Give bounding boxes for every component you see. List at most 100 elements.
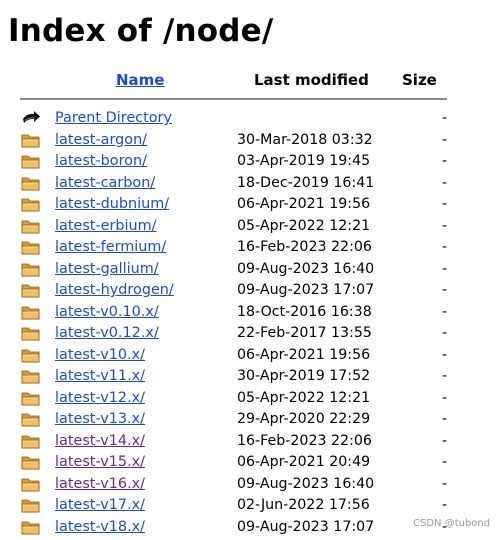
folder-icon <box>21 390 41 406</box>
folder-icon <box>21 196 41 212</box>
last-modified-date: 30-Mar-2018 03:32 <box>237 131 373 148</box>
directory-link[interactable]: latest-argon/ <box>55 130 147 150</box>
file-size: - <box>442 131 448 148</box>
file-size: - <box>442 368 448 384</box>
last-modified-date: 16-Feb-2023 22:06 <box>237 432 372 449</box>
folder-icon <box>21 476 41 492</box>
file-size: - <box>442 239 448 255</box>
list-item: latest-v0.10.x/18-Oct-2016 16:38 - <box>0 301 502 323</box>
list-item: latest-v10.x/06-Apr-2021 19:56 - <box>0 344 502 366</box>
list-item: latest-argon/30-Mar-2018 03:32 - <box>0 129 502 151</box>
back-arrow-icon <box>21 110 41 126</box>
folder-icon <box>21 132 41 148</box>
directory-link[interactable]: latest-v0.10.x/ <box>55 302 159 322</box>
file-size: - <box>442 217 448 234</box>
file-size: - <box>442 475 448 492</box>
list-item: latest-dubnium/06-Apr-2021 19:56 - <box>0 193 502 215</box>
folder-icon <box>21 519 41 535</box>
folder-icon <box>21 261 41 277</box>
directory-link[interactable]: latest-boron/ <box>55 151 147 171</box>
folder-icon <box>21 218 41 234</box>
file-size: - <box>442 174 448 191</box>
column-header-name[interactable]: Name <box>116 70 164 90</box>
list-item: latest-v17.x/02-Jun-2022 17:56 - <box>0 494 502 516</box>
last-modified-date: 03-Apr-2019 19:45 <box>237 153 371 169</box>
parent-directory-size: - <box>442 110 448 126</box>
list-item: latest-v15.x/06-Apr-2021 20:49 - <box>0 451 502 473</box>
last-modified-date: 06-Apr-2021 19:56 <box>237 196 371 212</box>
directory-link[interactable]: latest-v17.x/ <box>55 495 145 515</box>
watermark: CSDN @tubond <box>413 518 491 529</box>
directory-link[interactable]: latest-gallium/ <box>55 259 159 279</box>
directory-link[interactable]: latest-v18.x/ <box>55 517 145 537</box>
folder-icon <box>21 282 41 298</box>
folder-icon <box>21 304 41 320</box>
list-item: latest-gallium/09-Aug-2023 16:40 - <box>0 258 502 280</box>
list-item: latest-v11.x/30-Apr-2019 17:52 - <box>0 365 502 387</box>
directory-link[interactable]: latest-hydrogen/ <box>55 280 174 300</box>
folder-icon <box>21 325 41 341</box>
file-size: - <box>442 260 448 277</box>
directory-link[interactable]: latest-fermium/ <box>55 237 166 257</box>
folder-icon <box>21 454 41 470</box>
folder-icon <box>21 433 41 449</box>
directory-link[interactable]: latest-erbium/ <box>55 216 157 236</box>
file-size: - <box>442 325 448 341</box>
folder-icon <box>21 497 41 513</box>
last-modified-date: 06-Apr-2021 19:56 <box>237 346 371 363</box>
directory-link[interactable]: latest-v0.12.x/ <box>55 323 159 343</box>
folder-icon <box>21 153 41 169</box>
file-size: - <box>442 454 448 470</box>
file-size: - <box>442 389 448 406</box>
last-modified-date: 05-Apr-2022 12:21 <box>237 217 371 234</box>
list-item: latest-v16.x/09-Aug-2023 16:40 - <box>0 473 502 495</box>
last-modified-date: 18-Dec-2019 16:41 <box>237 174 375 191</box>
last-modified-date: 16-Feb-2023 22:06 <box>237 239 372 255</box>
last-modified-date: 06-Apr-2021 20:49 <box>237 454 371 470</box>
directory-link[interactable]: latest-dubnium/ <box>55 194 169 214</box>
column-header-size: Size <box>402 71 437 89</box>
last-modified-date: 29-Apr-2020 22:29 <box>237 411 371 427</box>
last-modified-date: 02-Jun-2022 17:56 <box>237 497 370 513</box>
last-modified-date: 30-Apr-2019 17:52 <box>237 368 371 384</box>
directory-link[interactable]: latest-v16.x/ <box>55 474 145 494</box>
list-item: latest-fermium/16-Feb-2023 22:06 - <box>0 236 502 258</box>
file-size: - <box>442 432 448 449</box>
last-modified-date: 05-Apr-2022 12:21 <box>237 389 371 406</box>
list-item: latest-v13.x/29-Apr-2020 22:29 - <box>0 408 502 430</box>
file-size: - <box>442 196 448 212</box>
folder-icon <box>21 368 41 384</box>
directory-link[interactable]: latest-v14.x/ <box>55 431 145 451</box>
directory-link[interactable]: latest-v12.x/ <box>55 388 145 408</box>
page-title: Index of /node/ <box>8 13 274 49</box>
parent-directory-link[interactable]: Parent Directory <box>55 108 172 128</box>
last-modified-date: 09-Aug-2023 17:07 <box>237 282 375 298</box>
parent-directory-row: Parent Directory - <box>0 107 502 129</box>
directory-link[interactable]: latest-carbon/ <box>55 173 155 193</box>
last-modified-date: 18-Oct-2016 16:38 <box>237 303 372 320</box>
directory-link[interactable]: latest-v11.x/ <box>55 366 145 386</box>
directory-listing: Parent Directory - latest-argon/30-Mar-2… <box>0 107 502 537</box>
list-item: latest-v14.x/16-Feb-2023 22:06 - <box>0 430 502 452</box>
last-modified-date: 09-Aug-2023 17:07 <box>237 518 375 535</box>
list-item: latest-erbium/05-Apr-2022 12:21 - <box>0 215 502 237</box>
directory-link[interactable]: latest-v10.x/ <box>55 345 145 365</box>
last-modified-date: 22-Feb-2017 13:55 <box>237 325 372 341</box>
file-size: - <box>442 282 448 298</box>
file-size: - <box>442 303 448 320</box>
list-item: latest-v0.12.x/22-Feb-2017 13:55 - <box>0 322 502 344</box>
folder-icon <box>21 175 41 191</box>
directory-link[interactable]: latest-v15.x/ <box>55 452 145 472</box>
last-modified-date: 09-Aug-2023 16:40 <box>237 260 375 277</box>
folder-icon <box>21 239 41 255</box>
list-item: latest-hydrogen/09-Aug-2023 17:07 - <box>0 279 502 301</box>
file-size: - <box>442 497 448 513</box>
last-modified-date: 09-Aug-2023 16:40 <box>237 475 375 492</box>
header-divider <box>20 98 447 100</box>
folder-icon <box>21 347 41 363</box>
list-item: latest-carbon/18-Dec-2019 16:41 - <box>0 172 502 194</box>
file-size: - <box>442 153 448 169</box>
file-size: - <box>442 411 448 427</box>
directory-link[interactable]: latest-v13.x/ <box>55 409 145 429</box>
list-item: latest-boron/03-Apr-2019 19:45 - <box>0 150 502 172</box>
